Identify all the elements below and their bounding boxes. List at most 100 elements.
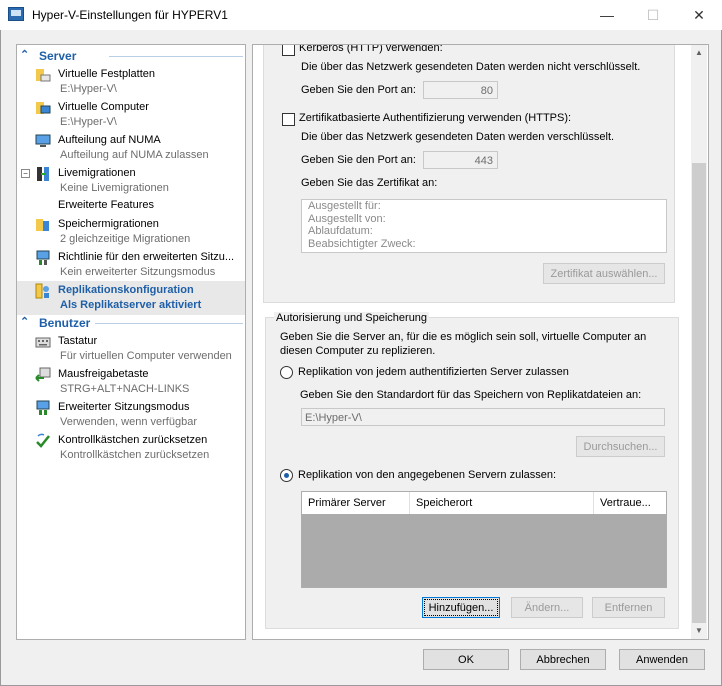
folder-icon xyxy=(36,69,51,82)
scrollbar-thumb[interactable] xyxy=(692,163,706,623)
certificate-port-label: Geben Sie den Port an: xyxy=(301,154,416,166)
add-button[interactable]: Hinzufügen... xyxy=(422,597,500,618)
certificate-auth-label: Zertifikatbasierte Authentifizierung ver… xyxy=(299,112,572,124)
tree-item-live-migrations[interactable]: − Livemigrationen Keine Livemigrationen xyxy=(17,164,245,198)
tree-item-storage-migrations[interactable]: Speichermigrationen 2 gleichzeitige Migr… xyxy=(17,215,245,249)
collapse-icon[interactable]: ⌃ xyxy=(20,315,29,328)
tree-item-virtual-computers[interactable]: Virtuelle Computer E:\Hyper-V\ xyxy=(17,98,245,132)
tree-item-sub: STRG+ALT+NACH-LINKS xyxy=(60,383,190,395)
collapse-icon[interactable]: ⌃ xyxy=(20,48,29,61)
tree-item-label: Speichermigrationen xyxy=(58,218,159,230)
servers-table[interactable]: Primärer Server Speicherort Vertraue... xyxy=(301,491,667,588)
allow-any-server-radio[interactable] xyxy=(280,366,293,379)
kerberos-note: Die über das Netzwerk gesendeten Daten w… xyxy=(301,61,641,73)
tree-item-sub: Für virtuellen Computer verwenden xyxy=(60,350,232,362)
settings-panel: Kerberos (HTTP) verwenden: Die über das … xyxy=(252,44,709,640)
authentication-group: Kerberos (HTTP) verwenden: Die über das … xyxy=(263,44,675,303)
edit-button[interactable]: Ändern... xyxy=(511,597,583,618)
tree-item-sub: 2 gleichzeitige Migrationen xyxy=(60,233,191,245)
certificate-note: Die über das Netzwerk gesendeten Daten w… xyxy=(301,131,615,143)
tree-item-virtual-disks[interactable]: Virtuelle Festplatten E:\Hyper-V\ xyxy=(17,65,245,99)
cert-purpose: Beabsichtigter Zweck: xyxy=(308,237,416,250)
tree-item-label: Erweiterter Sitzungsmodus xyxy=(58,401,190,413)
tree-item-label: Virtuelle Festplatten xyxy=(58,68,156,80)
allow-any-server-label: Replikation von jedem authentifizierten … xyxy=(298,366,569,378)
select-certificate-button[interactable]: Zertifikat auswählen... xyxy=(543,263,665,284)
replication-icon xyxy=(35,283,49,299)
tree-item-sub: Verwenden, wenn verfügbar xyxy=(60,416,197,428)
kerberos-label: Kerberos (HTTP) verwenden: xyxy=(299,44,443,54)
network-computer-icon xyxy=(36,250,50,265)
kerberos-port-label: Geben Sie den Port an: xyxy=(301,84,416,96)
allow-specific-servers-radio[interactable] xyxy=(280,469,293,482)
tree-item-sub: Kein erweiterter Sitzungsmodus xyxy=(60,266,216,278)
enhanced-session-icon xyxy=(36,400,50,415)
kerberos-port-input[interactable]: 80 xyxy=(423,81,498,99)
tree-item-label: Virtuelle Computer xyxy=(58,101,149,113)
tree-item-label: Richtlinie für den erweiterten Sitzu... xyxy=(58,251,235,263)
category-server[interactable]: ⌃ Server xyxy=(17,48,245,63)
tree-item-keyboard[interactable]: Tastatur Für virtuellen Computer verwend… xyxy=(17,332,245,366)
certificate-info-box: Ausgestellt für: Ausgestellt von: Ablauf… xyxy=(301,199,667,253)
tree-item-label: Tastatur xyxy=(58,335,98,347)
cert-issued-to: Ausgestellt für: xyxy=(308,200,381,212)
allow-specific-servers-label: Replikation von den angegebenen Servern … xyxy=(298,469,557,481)
tree-item-numa[interactable]: Aufteilung auf NUMA Aufteilung auf NUMA … xyxy=(17,131,245,165)
close-button[interactable]: ✕ xyxy=(676,0,722,30)
storage-description: Geben Sie die Server an, für die es mögl… xyxy=(280,331,647,357)
certificate-port-input[interactable]: 443 xyxy=(423,151,498,169)
certificate-prompt: Geben Sie das Zertifikat an: xyxy=(301,177,438,189)
scroll-up-icon[interactable]: ▲ xyxy=(691,45,707,61)
tree-item-advanced-features[interactable]: Erweiterte Features xyxy=(17,196,245,213)
tree-item-session-policy[interactable]: Richtlinie für den erweiterten Sitzu... … xyxy=(17,248,245,282)
tree-item-sub: Als Replikatserver aktiviert xyxy=(60,299,202,311)
tree-item-label: Replikationskonfiguration xyxy=(58,284,194,296)
keyboard-icon xyxy=(35,337,51,348)
tree-item-label: Mausfreigabetaste xyxy=(58,368,149,380)
tree-item-replication-config[interactable]: Replikationskonfiguration Als Replikatse… xyxy=(17,281,245,315)
tree-item-enhanced-session[interactable]: Erweiterter Sitzungsmodus Verwenden, wen… xyxy=(17,398,245,432)
browse-button[interactable]: Durchsuchen... xyxy=(576,436,665,457)
apply-button[interactable]: Anwenden xyxy=(619,649,705,670)
collapse-toggle-icon[interactable]: − xyxy=(21,169,30,178)
minimize-button[interactable]: — xyxy=(584,0,630,30)
cancel-button[interactable]: Abbrechen xyxy=(520,649,606,670)
maximize-button: ☐ xyxy=(646,7,660,23)
cert-issued-by: Ausgestellt von: xyxy=(308,212,386,225)
column-primary-server[interactable]: Primärer Server xyxy=(302,492,410,514)
scroll-down-icon[interactable]: ▼ xyxy=(691,623,707,639)
reset-checkmark-icon xyxy=(36,433,50,448)
category-server-label: Server xyxy=(39,49,77,63)
storage-migration-icon xyxy=(36,219,49,231)
tree-item-mouse-release-key[interactable]: Mausfreigabetaste STRG+ALT+NACH-LINKS xyxy=(17,365,245,399)
migration-icon xyxy=(37,167,49,181)
category-divider xyxy=(95,323,243,324)
tree-item-sub: E:\Hyper-V\ xyxy=(60,116,117,128)
settings-tree: ⌃ Server Virtuelle Festplatten E:\Hyper-… xyxy=(16,44,246,640)
column-trust-group[interactable]: Vertraue... xyxy=(594,492,666,514)
tree-item-label: Livemigrationen xyxy=(58,167,136,179)
remove-button[interactable]: Entfernen xyxy=(592,597,665,618)
hyperv-app-icon xyxy=(8,7,24,21)
tree-item-sub: Kontrollkästchen zurücksetzen xyxy=(60,449,210,461)
column-storage-location[interactable]: Speicherort xyxy=(410,492,594,514)
group-title: Autorisierung und Speicherung xyxy=(274,312,430,324)
authorization-storage-group: Autorisierung und Speicherung Geben Sie … xyxy=(265,312,679,629)
tree-item-reset-checkboxes[interactable]: Kontrollkästchen zurücksetzen Kontrollkä… xyxy=(17,431,245,465)
vertical-scrollbar[interactable]: ▲ ▼ xyxy=(691,45,707,639)
tree-item-label: Aufteilung auf NUMA xyxy=(58,134,161,146)
tree-item-sub: Keine Livemigrationen xyxy=(60,182,169,194)
storage-location-input[interactable]: E:\Hyper-V\ xyxy=(301,408,665,426)
tree-item-sub: Aufteilung auf NUMA zulassen xyxy=(60,149,209,161)
folder-computer-icon xyxy=(36,102,51,114)
kerberos-checkbox[interactable] xyxy=(282,45,295,56)
certificate-auth-checkbox[interactable] xyxy=(282,113,295,126)
cert-expiry: Ablaufdatum: xyxy=(308,225,373,237)
monitor-icon xyxy=(35,134,51,147)
category-user[interactable]: ⌃ Benutzer xyxy=(17,315,245,330)
category-user-label: Benutzer xyxy=(39,316,91,330)
location-label: Geben Sie den Standardort für das Speich… xyxy=(300,389,642,401)
ok-button[interactable]: OK xyxy=(423,649,509,670)
tree-item-sub: E:\Hyper-V\ xyxy=(60,83,117,95)
mouse-release-icon xyxy=(35,367,51,382)
